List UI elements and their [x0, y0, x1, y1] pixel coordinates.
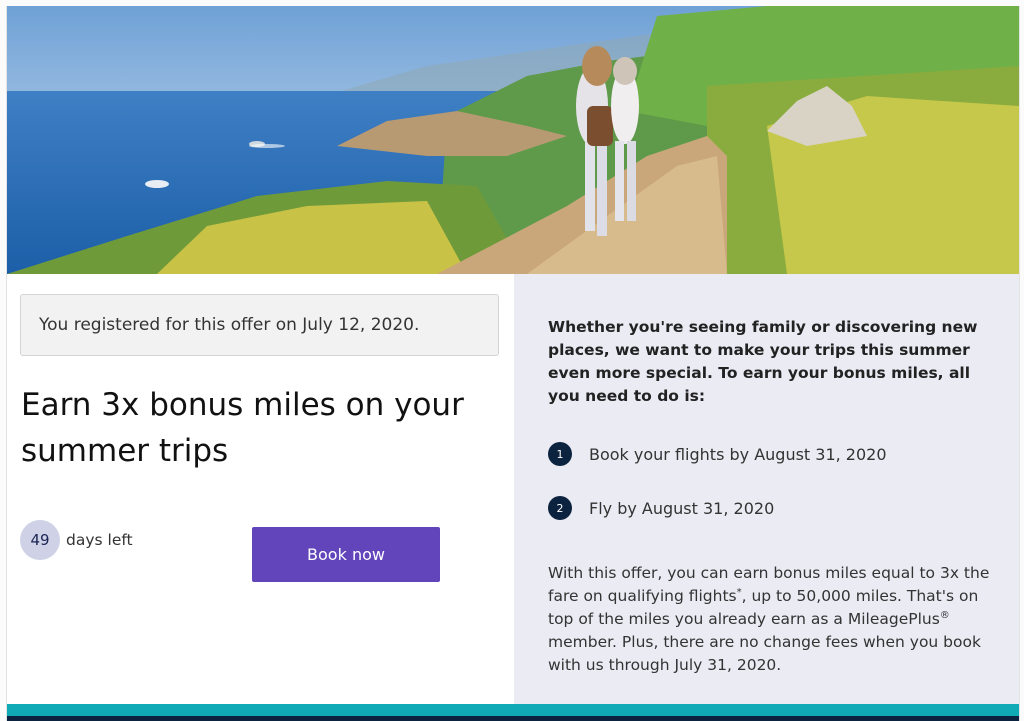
footer-stripe-teal	[7, 704, 1019, 716]
step-text: Book your flights by August 31, 2020	[589, 444, 887, 464]
days-left-badge: 49	[20, 520, 60, 560]
desc-part-3: member. Plus, there are no change fees w…	[548, 633, 981, 674]
step-2: 2 Fly by August 31, 2020	[548, 496, 774, 520]
step-number-badge: 2	[548, 496, 572, 520]
page-background: You registered for this offer on July 12…	[0, 0, 1024, 721]
registered-mark: ®	[939, 609, 950, 621]
offer-intro: Whether you're seeing family or discover…	[548, 318, 978, 405]
footer-stripe-navy	[7, 716, 1019, 721]
offer-left-panel: You registered for this offer on July 12…	[7, 274, 514, 704]
book-now-button[interactable]: Book now	[252, 527, 440, 582]
step-1: 1 Book your flights by August 31, 2020	[548, 442, 887, 466]
offer-description: With this offer, you can earn bonus mile…	[548, 562, 993, 677]
offer-title: Earn 3x bonus miles on your summer trips	[21, 387, 464, 469]
offer-details-panel: Whether you're seeing family or discover…	[514, 274, 1019, 704]
days-left-counter: 49 days left	[20, 520, 133, 560]
offer-card: You registered for this offer on July 12…	[6, 6, 1020, 721]
step-text: Fly by August 31, 2020	[589, 498, 775, 518]
registration-notice: You registered for this offer on July 12…	[20, 294, 499, 356]
hero-image	[7, 6, 1019, 274]
days-left-label: days left	[66, 531, 133, 549]
registration-text: You registered for this offer on July 12…	[39, 315, 420, 335]
step-number-badge: 1	[548, 442, 572, 466]
